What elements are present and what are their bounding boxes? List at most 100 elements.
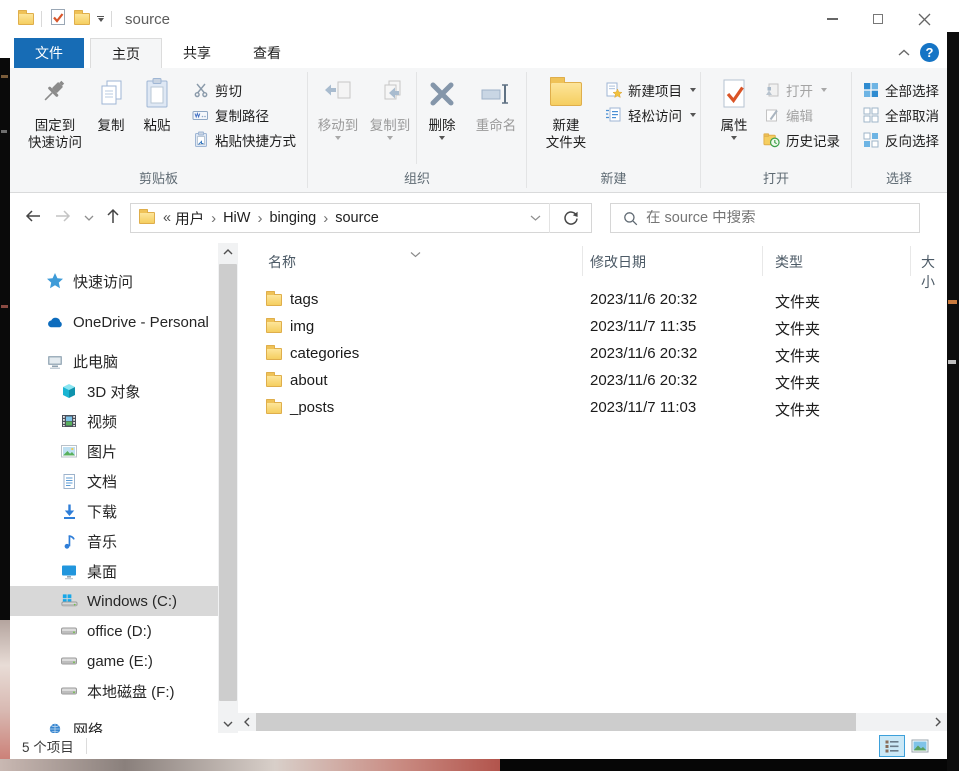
select-all-button[interactable]: 全部选择: [858, 77, 943, 102]
sidebar-item-this-pc[interactable]: 此电脑: [10, 346, 218, 376]
history-icon: [763, 131, 780, 148]
sidebar-item-pictures[interactable]: 图片: [10, 436, 218, 466]
close-button[interactable]: [901, 0, 947, 38]
ribbon-group-open: 属性 打开 编辑: [701, 68, 851, 192]
pin-to-quick-access-button[interactable]: 固定到快速访问: [22, 68, 88, 151]
windows-drive-icon: [60, 592, 78, 610]
scroll-right-icon[interactable]: [929, 713, 947, 731]
open-button[interactable]: 打开: [759, 77, 844, 102]
edit-button[interactable]: 编辑: [759, 102, 844, 127]
film-icon: [60, 412, 78, 430]
history-button[interactable]: 历史记录: [759, 127, 844, 152]
sidebar-item-downloads[interactable]: 下载: [10, 496, 218, 526]
up-button[interactable]: [106, 208, 120, 229]
select-all-icon: [862, 81, 879, 98]
customize-toolbar-dropdown-icon[interactable]: [97, 16, 104, 23]
computer-icon: [46, 352, 64, 370]
column-header-name[interactable]: 名称: [268, 252, 296, 272]
move-to-button[interactable]: 移动到: [312, 68, 364, 140]
collapse-ribbon-icon[interactable]: [898, 44, 910, 62]
column-header-type[interactable]: 类型: [775, 252, 803, 272]
paste-shortcut-button[interactable]: 粘贴快捷方式: [188, 127, 300, 152]
breadcrumb-binging[interactable]: binging: [265, 210, 320, 226]
copy-to-icon: [375, 74, 405, 114]
copy-to-button[interactable]: 复制到: [364, 68, 416, 140]
search-box: [610, 203, 920, 233]
file-row-posts[interactable]: _posts 2023/11/7 11:03 文件夹: [238, 395, 947, 422]
cube-icon: [60, 382, 78, 400]
invert-selection-button[interactable]: 反向选择: [858, 127, 943, 152]
copy-icon: [96, 74, 126, 114]
sidebar-scrollbar[interactable]: [218, 243, 238, 733]
easy-access-button[interactable]: 轻松访问: [601, 102, 700, 127]
close-icon: [918, 13, 931, 26]
maximize-button[interactable]: [855, 0, 901, 38]
scroll-left-icon[interactable]: [238, 713, 256, 731]
refresh-button[interactable]: [549, 203, 591, 233]
sidebar-item-network[interactable]: 网络: [10, 714, 218, 733]
copy-path-button[interactable]: 复制路径: [188, 102, 300, 127]
new-folder-quick-icon[interactable]: [74, 13, 90, 25]
ribbon-group-clipboard: 固定到快速访问 复制 粘贴: [10, 68, 307, 192]
tab-file[interactable]: 文件: [14, 38, 84, 68]
recent-locations-dropdown-icon[interactable]: [84, 209, 94, 227]
details-view-button[interactable]: [879, 735, 905, 757]
sidebar-item-office-d[interactable]: office (D:): [10, 616, 218, 646]
horizontal-scrollbar-thumb[interactable]: [256, 713, 856, 731]
sidebar-item-windows-c[interactable]: Windows (C:): [10, 586, 218, 616]
new-folder-icon: [550, 82, 582, 106]
scroll-up-icon[interactable]: [218, 243, 238, 261]
sidebar-item-3d-objects[interactable]: 3D 对象: [10, 376, 218, 406]
tab-share[interactable]: 共享: [162, 38, 232, 68]
file-row-img[interactable]: img 2023/11/7 11:35 文件夹: [238, 314, 947, 341]
sidebar-item-local-disk-f[interactable]: 本地磁盘 (F:): [10, 676, 218, 706]
sidebar-item-game-e[interactable]: game (E:): [10, 646, 218, 676]
column-header-size[interactable]: 大小: [921, 252, 947, 292]
ribbon: 固定到快速访问 复制 粘贴: [10, 68, 947, 193]
group-label-organize: 组织: [308, 168, 526, 187]
cut-button[interactable]: 剪切: [188, 77, 300, 102]
forward-button[interactable]: [54, 208, 72, 229]
tab-view[interactable]: 查看: [232, 38, 302, 68]
sidebar-scrollbar-thumb[interactable]: [219, 264, 237, 701]
desktop-background-right: [947, 0, 959, 771]
copy-button[interactable]: 复制: [88, 68, 134, 134]
file-row-categories[interactable]: categories 2023/11/6 20:32 文件夹: [238, 341, 947, 368]
new-folder-button[interactable]: 新建文件夹: [535, 68, 597, 151]
properties-quick-icon[interactable]: [49, 8, 67, 31]
breadcrumb-users[interactable]: 用户: [171, 208, 208, 229]
sidebar-item-music[interactable]: 音乐: [10, 526, 218, 556]
sidebar-item-quick-access[interactable]: 快速访问: [10, 266, 218, 296]
properties-button[interactable]: 属性: [711, 68, 757, 140]
select-none-button[interactable]: 全部取消: [858, 102, 943, 127]
column-header-date[interactable]: 修改日期: [590, 252, 646, 272]
breadcrumb-hiw[interactable]: HiW: [219, 210, 254, 226]
sidebar-item-onedrive[interactable]: OneDrive - Personal: [10, 307, 218, 337]
breadcrumb-source[interactable]: source: [331, 210, 383, 226]
tab-home[interactable]: 主页: [90, 38, 162, 68]
paste-button[interactable]: 粘贴: [134, 68, 180, 134]
maximize-icon: [873, 14, 883, 24]
back-button[interactable]: [24, 208, 42, 229]
properties-icon: [720, 74, 748, 114]
sidebar-item-videos[interactable]: 视频: [10, 406, 218, 436]
music-note-icon: [60, 532, 78, 550]
address-dropdown-icon[interactable]: [522, 209, 549, 227]
sidebar-item-documents[interactable]: 文档: [10, 466, 218, 496]
help-icon[interactable]: ?: [920, 43, 939, 62]
delete-button[interactable]: 删除: [417, 68, 467, 140]
file-row-about[interactable]: about 2023/11/6 20:32 文件夹: [238, 368, 947, 395]
minimize-button[interactable]: [809, 0, 855, 38]
sidebar-item-desktop[interactable]: 桌面: [10, 556, 218, 586]
details-view-icon: [884, 739, 900, 753]
scroll-down-icon[interactable]: [218, 715, 238, 733]
rename-button[interactable]: 重命名: [467, 68, 525, 134]
horizontal-scrollbar[interactable]: [238, 713, 947, 731]
new-item-button[interactable]: 新建项目: [601, 77, 700, 102]
sort-indicator-icon[interactable]: [410, 245, 421, 261]
file-row-tags[interactable]: tags 2023/11/6 20:32 文件夹: [238, 287, 947, 314]
search-input[interactable]: [646, 210, 919, 226]
picture-icon: [60, 442, 78, 460]
address-bar[interactable]: « 用户 › HiW › binging › source: [130, 203, 592, 233]
thumbnail-view-button[interactable]: [907, 735, 933, 757]
